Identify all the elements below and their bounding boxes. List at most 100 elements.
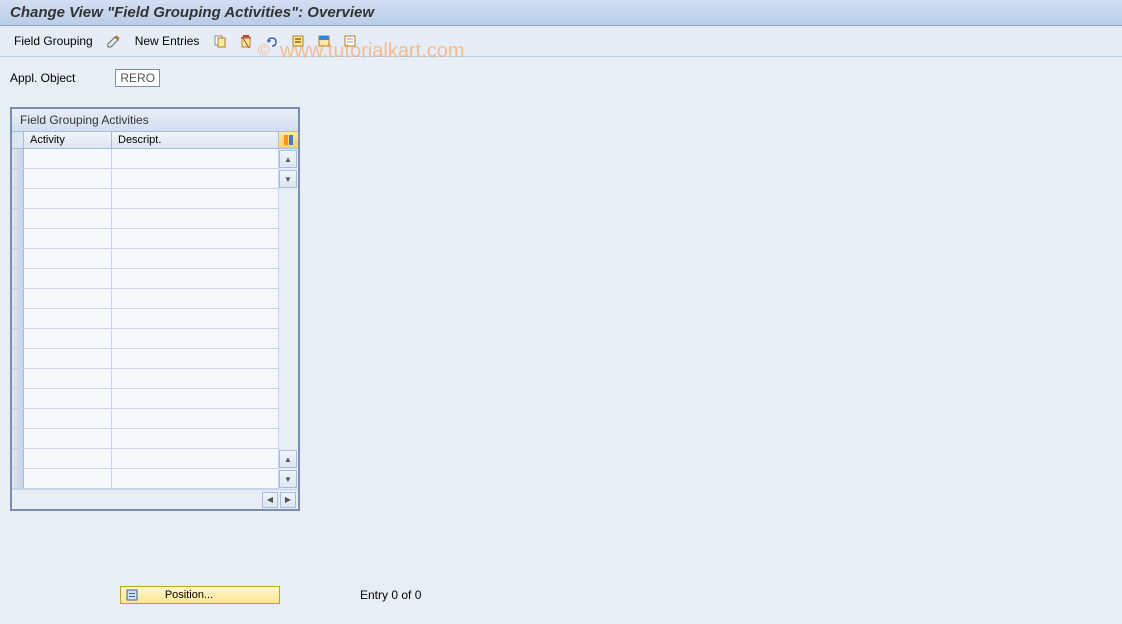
table-row[interactable] [12, 229, 278, 249]
vertical-scrollbar[interactable]: ▲ ▼ ▲ ▼ [278, 149, 298, 489]
cell-activity[interactable] [24, 209, 112, 228]
row-selector[interactable] [12, 289, 24, 308]
cell-activity[interactable] [24, 149, 112, 168]
table-row[interactable] [12, 269, 278, 289]
scroll-left-icon[interactable]: ◀ [262, 492, 278, 508]
table-row[interactable] [12, 429, 278, 449]
row-selector[interactable] [12, 449, 24, 468]
cell-descript[interactable] [112, 229, 278, 248]
cell-descript[interactable] [112, 269, 278, 288]
table-row[interactable] [12, 449, 278, 469]
row-selector[interactable] [12, 249, 24, 268]
cell-descript[interactable] [112, 369, 278, 388]
table-row[interactable] [12, 289, 278, 309]
select-block-icon[interactable] [315, 32, 333, 50]
cell-activity[interactable] [24, 369, 112, 388]
row-selector-header[interactable] [12, 132, 24, 148]
col-activity-header[interactable]: Activity [24, 132, 112, 148]
cell-activity[interactable] [24, 309, 112, 328]
table-row[interactable] [12, 329, 278, 349]
cell-activity[interactable] [24, 289, 112, 308]
row-selector[interactable] [12, 169, 24, 188]
table-row[interactable] [12, 189, 278, 209]
copy-icon[interactable] [211, 32, 229, 50]
row-selector[interactable] [12, 309, 24, 328]
scroll-up2-icon[interactable]: ▲ [279, 450, 297, 468]
field-grouping-menu[interactable]: Field Grouping [10, 32, 97, 50]
row-selector[interactable] [12, 469, 24, 488]
table-row[interactable] [12, 389, 278, 409]
row-selector[interactable] [12, 149, 24, 168]
cell-descript[interactable] [112, 349, 278, 368]
toolbar: Field Grouping New Entries [0, 26, 1122, 57]
cell-activity[interactable] [24, 469, 112, 488]
cell-descript[interactable] [112, 189, 278, 208]
cell-descript[interactable] [112, 329, 278, 348]
horizontal-scrollbar[interactable]: ◀ ▶ [12, 489, 298, 509]
row-selector[interactable] [12, 369, 24, 388]
cell-descript[interactable] [112, 449, 278, 468]
position-icon [125, 588, 139, 602]
cell-descript[interactable] [112, 249, 278, 268]
table-header: Activity Descript. [12, 132, 298, 149]
cell-descript[interactable] [112, 389, 278, 408]
cell-descript[interactable] [112, 289, 278, 308]
entry-count: Entry 0 of 0 [360, 588, 421, 602]
table-row[interactable] [12, 469, 278, 489]
row-selector[interactable] [12, 189, 24, 208]
cell-descript[interactable] [112, 309, 278, 328]
cell-activity[interactable] [24, 269, 112, 288]
appl-object-label: Appl. Object [10, 71, 75, 85]
cell-activity[interactable] [24, 449, 112, 468]
content-area: Appl. Object RERO Field Grouping Activit… [0, 57, 1122, 523]
scroll-up-icon[interactable]: ▲ [279, 150, 297, 168]
scroll-down2-icon[interactable]: ▼ [279, 470, 297, 488]
table-row[interactable] [12, 169, 278, 189]
table-row[interactable] [12, 249, 278, 269]
appl-object-value[interactable]: RERO [115, 69, 160, 87]
row-selector[interactable] [12, 269, 24, 288]
cell-activity[interactable] [24, 389, 112, 408]
cell-descript[interactable] [112, 429, 278, 448]
select-all-icon[interactable] [289, 32, 307, 50]
row-selector[interactable] [12, 429, 24, 448]
table-config-icon[interactable] [278, 132, 298, 148]
cell-activity[interactable] [24, 169, 112, 188]
cell-activity[interactable] [24, 189, 112, 208]
undo-icon[interactable] [263, 32, 281, 50]
cell-descript[interactable] [112, 409, 278, 428]
cell-activity[interactable] [24, 249, 112, 268]
table-row[interactable] [12, 209, 278, 229]
pencil-icon[interactable] [105, 32, 123, 50]
cell-activity[interactable] [24, 409, 112, 428]
scroll-down-icon[interactable]: ▼ [279, 170, 297, 188]
activities-table: Field Grouping Activities Activity Descr… [10, 107, 300, 511]
position-button[interactable]: Position... [120, 586, 280, 604]
table-row[interactable] [12, 409, 278, 429]
table-body: ▲ ▼ ▲ ▼ [12, 149, 298, 489]
row-selector[interactable] [12, 329, 24, 348]
cell-descript[interactable] [112, 209, 278, 228]
table-title: Field Grouping Activities [12, 109, 298, 132]
row-selector[interactable] [12, 389, 24, 408]
table-row[interactable] [12, 309, 278, 329]
table-row[interactable] [12, 369, 278, 389]
deselect-all-icon[interactable] [341, 32, 359, 50]
delete-icon[interactable] [237, 32, 255, 50]
table-row[interactable] [12, 149, 278, 169]
row-selector[interactable] [12, 409, 24, 428]
cell-descript[interactable] [112, 469, 278, 488]
cell-activity[interactable] [24, 349, 112, 368]
row-selector[interactable] [12, 349, 24, 368]
row-selector[interactable] [12, 229, 24, 248]
scroll-right-icon[interactable]: ▶ [280, 492, 296, 508]
cell-activity[interactable] [24, 329, 112, 348]
table-row[interactable] [12, 349, 278, 369]
col-descript-header[interactable]: Descript. [112, 132, 278, 148]
cell-activity[interactable] [24, 229, 112, 248]
cell-descript[interactable] [112, 169, 278, 188]
cell-activity[interactable] [24, 429, 112, 448]
row-selector[interactable] [12, 209, 24, 228]
cell-descript[interactable] [112, 149, 278, 168]
new-entries-button[interactable]: New Entries [131, 32, 204, 50]
